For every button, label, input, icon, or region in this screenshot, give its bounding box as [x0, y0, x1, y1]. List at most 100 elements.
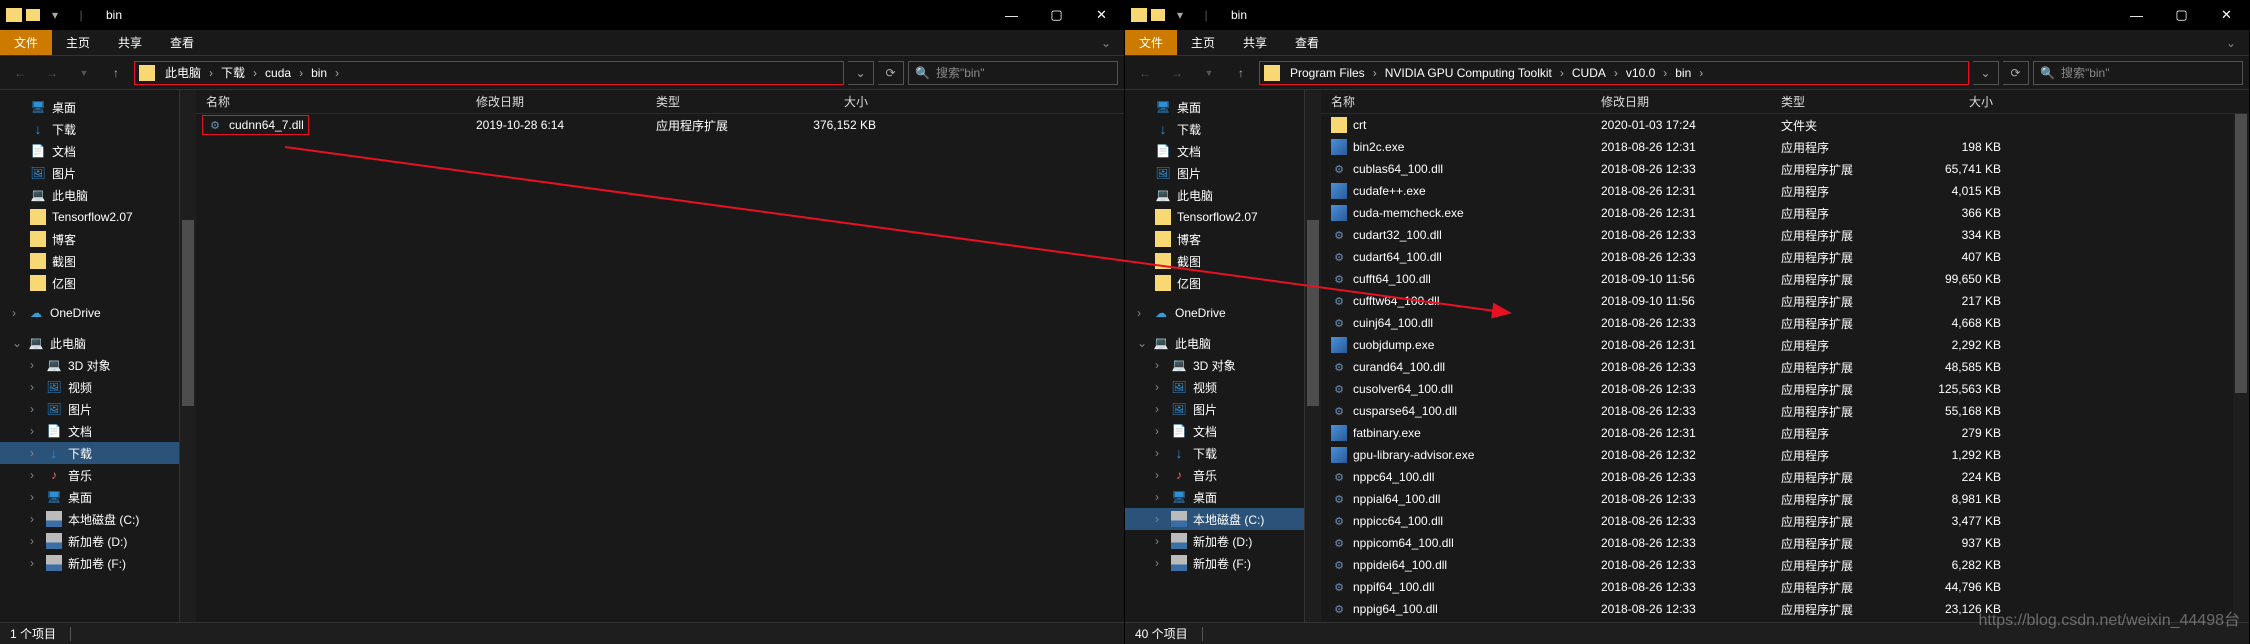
sidebar-item[interactable]: ›♪音乐: [0, 464, 179, 486]
file-row[interactable]: bin2c.exe 2018-08-26 12:31 应用程序 198 KB: [1321, 136, 2249, 158]
maximize-button[interactable]: ▢: [1034, 0, 1079, 30]
sidebar-item[interactable]: ›新加卷 (F:): [0, 552, 179, 574]
nav-history-icon[interactable]: ▼: [1195, 60, 1223, 86]
sidebar-thispc[interactable]: ⌄💻此电脑: [0, 332, 179, 354]
file-row[interactable]: ⚙cufft64_100.dll 2018-09-10 11:56 应用程序扩展…: [1321, 268, 2249, 290]
breadcrumb-segment[interactable]: CUDA: [1568, 66, 1610, 80]
nav-back-button[interactable]: ←: [1131, 60, 1159, 86]
sidebar-item[interactable]: 截图: [0, 250, 179, 272]
file-row[interactable]: gpu-library-advisor.exe 2018-08-26 12:32…: [1321, 444, 2249, 466]
navigation-sidebar[interactable]: 🖥桌面↓下载📄文档🖼图片💻此电脑Tensorflow2.07博客截图亿图›☁On…: [1125, 90, 1305, 622]
col-type[interactable]: 类型: [1781, 93, 1901, 110]
file-row[interactable]: ⚙nppc64_100.dll 2018-08-26 12:33 应用程序扩展 …: [1321, 466, 2249, 488]
col-size[interactable]: 大小: [776, 93, 876, 110]
sidebar-item[interactable]: 💻此电脑: [0, 184, 179, 206]
sidebar-item[interactable]: 🖼图片: [0, 162, 179, 184]
navigation-sidebar[interactable]: 🖥桌面↓下载📄文档🖼图片💻此电脑Tensorflow2.07博客截图亿图›☁On…: [0, 90, 180, 622]
sidebar-scrollbar[interactable]: [1305, 90, 1321, 622]
sidebar-item[interactable]: Tensorflow2.07: [0, 206, 179, 228]
file-row[interactable]: ⚙cudnn64_7.dll 2019-10-28 6:14 应用程序扩展 37…: [196, 114, 1124, 136]
tab-share[interactable]: 共享: [104, 30, 156, 55]
sidebar-thispc[interactable]: ⌄💻此电脑: [1125, 332, 1304, 354]
sidebar-item[interactable]: ›🖼视频: [0, 376, 179, 398]
tab-home[interactable]: 主页: [52, 30, 104, 55]
sidebar-item[interactable]: ↓下载: [0, 118, 179, 140]
history-dropdown-icon[interactable]: ⌄: [848, 61, 874, 85]
refresh-button[interactable]: ⟳: [2003, 61, 2029, 85]
file-row[interactable]: cuobjdump.exe 2018-08-26 12:31 应用程序 2,29…: [1321, 334, 2249, 356]
file-row[interactable]: ⚙cublas64_100.dll 2018-08-26 12:33 应用程序扩…: [1321, 158, 2249, 180]
close-button[interactable]: ✕: [1079, 0, 1124, 30]
sidebar-item[interactable]: 🖥桌面: [1125, 96, 1304, 118]
breadcrumb-segment[interactable]: Program Files: [1286, 66, 1369, 80]
sidebar-item[interactable]: ›新加卷 (D:): [0, 530, 179, 552]
sidebar-item[interactable]: Tensorflow2.07: [1125, 206, 1304, 228]
sidebar-item[interactable]: ↓下载: [1125, 118, 1304, 140]
sidebar-item[interactable]: ›🖥桌面: [1125, 486, 1304, 508]
history-dropdown-icon[interactable]: ⌄: [1973, 61, 1999, 85]
ribbon-expand-icon[interactable]: ⌄: [1088, 30, 1124, 55]
column-headers[interactable]: 名称 修改日期 类型 大小: [196, 90, 1124, 114]
col-size[interactable]: 大小: [1901, 93, 2001, 110]
breadcrumb-segment[interactable]: NVIDIA GPU Computing Toolkit: [1381, 66, 1556, 80]
sidebar-item[interactable]: ›📄文档: [1125, 420, 1304, 442]
sidebar-item[interactable]: 🖼图片: [1125, 162, 1304, 184]
file-row[interactable]: crt 2020-01-03 17:24 文件夹: [1321, 114, 2249, 136]
minimize-button[interactable]: —: [989, 0, 1034, 30]
sidebar-item[interactable]: 💻此电脑: [1125, 184, 1304, 206]
sidebar-item[interactable]: ›🖼视频: [1125, 376, 1304, 398]
file-row[interactable]: ⚙cudart64_100.dll 2018-08-26 12:33 应用程序扩…: [1321, 246, 2249, 268]
file-row[interactable]: ⚙cuinj64_100.dll 2018-08-26 12:33 应用程序扩展…: [1321, 312, 2249, 334]
col-date[interactable]: 修改日期: [476, 93, 656, 110]
breadcrumb-segment[interactable]: 此电脑: [161, 64, 205, 81]
sidebar-onedrive[interactable]: ›☁OneDrive: [1125, 302, 1304, 324]
sidebar-item[interactable]: 博客: [1125, 228, 1304, 250]
sidebar-onedrive[interactable]: ›☁OneDrive: [0, 302, 179, 324]
sidebar-item[interactable]: ›🖥桌面: [0, 486, 179, 508]
sidebar-item[interactable]: ›新加卷 (D:): [1125, 530, 1304, 552]
breadcrumb-segment[interactable]: 下载: [217, 64, 249, 81]
sidebar-item[interactable]: 📄文档: [1125, 140, 1304, 162]
sidebar-scrollbar[interactable]: [180, 90, 196, 622]
sidebar-item[interactable]: 亿图: [1125, 272, 1304, 294]
file-row[interactable]: cudafe++.exe 2018-08-26 12:31 应用程序 4,015…: [1321, 180, 2249, 202]
col-name[interactable]: 名称: [1331, 93, 1601, 110]
file-row[interactable]: ⚙cufftw64_100.dll 2018-09-10 11:56 应用程序扩…: [1321, 290, 2249, 312]
sidebar-item[interactable]: ›📄文档: [0, 420, 179, 442]
ribbon-expand-icon[interactable]: ⌄: [2213, 30, 2249, 55]
search-input[interactable]: 🔍 搜索"bin": [908, 61, 1118, 85]
qa-dropdown-icon[interactable]: ▾: [1169, 4, 1191, 26]
sidebar-item[interactable]: ›↓下载: [1125, 442, 1304, 464]
sidebar-item[interactable]: ›↓下载: [0, 442, 179, 464]
qa-dropdown-icon[interactable]: ▾: [44, 4, 66, 26]
sidebar-item[interactable]: ›♪音乐: [1125, 464, 1304, 486]
col-type[interactable]: 类型: [656, 93, 776, 110]
file-row[interactable]: ⚙nppif64_100.dll 2018-08-26 12:33 应用程序扩展…: [1321, 576, 2249, 598]
file-row[interactable]: ⚙cudart32_100.dll 2018-08-26 12:33 应用程序扩…: [1321, 224, 2249, 246]
breadcrumb-segment[interactable]: bin: [307, 66, 331, 80]
nav-forward-button[interactable]: →: [1163, 60, 1191, 86]
nav-forward-button[interactable]: →: [38, 60, 66, 86]
file-row[interactable]: ⚙cusparse64_100.dll 2018-08-26 12:33 应用程…: [1321, 400, 2249, 422]
refresh-button[interactable]: ⟳: [878, 61, 904, 85]
sidebar-item[interactable]: 🖥桌面: [0, 96, 179, 118]
tab-share[interactable]: 共享: [1229, 30, 1281, 55]
sidebar-item[interactable]: ›新加卷 (F:): [1125, 552, 1304, 574]
list-scrollbar[interactable]: [2233, 114, 2249, 622]
tab-view[interactable]: 查看: [156, 30, 208, 55]
breadcrumb-segment[interactable]: cuda: [261, 66, 295, 80]
col-name[interactable]: 名称: [206, 93, 476, 110]
file-row[interactable]: ⚙cusolver64_100.dll 2018-08-26 12:33 应用程…: [1321, 378, 2249, 400]
close-button[interactable]: ✕: [2204, 0, 2249, 30]
file-row[interactable]: ⚙nppicom64_100.dll 2018-08-26 12:33 应用程序…: [1321, 532, 2249, 554]
file-row[interactable]: ⚙curand64_100.dll 2018-08-26 12:33 应用程序扩…: [1321, 356, 2249, 378]
file-row[interactable]: fatbinary.exe 2018-08-26 12:31 应用程序 279 …: [1321, 422, 2249, 444]
sidebar-item[interactable]: ›本地磁盘 (C:): [0, 508, 179, 530]
nav-history-icon[interactable]: ▼: [70, 60, 98, 86]
nav-up-button[interactable]: ↑: [1227, 60, 1255, 86]
maximize-button[interactable]: ▢: [2159, 0, 2204, 30]
sidebar-item[interactable]: ›💻3D 对象: [1125, 354, 1304, 376]
file-row[interactable]: ⚙nppial64_100.dll 2018-08-26 12:33 应用程序扩…: [1321, 488, 2249, 510]
tab-home[interactable]: 主页: [1177, 30, 1229, 55]
sidebar-item[interactable]: 博客: [0, 228, 179, 250]
